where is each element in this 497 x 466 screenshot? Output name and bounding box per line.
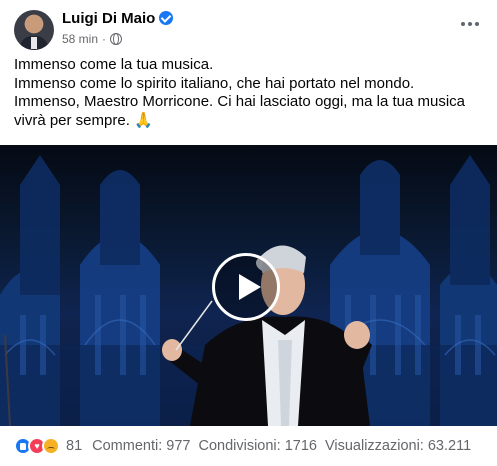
dot-icon	[475, 22, 479, 26]
verified-badge-icon	[159, 11, 174, 25]
play-button[interactable]	[212, 253, 280, 321]
post-text-line: Immenso come la tua musica.	[14, 56, 214, 73]
engagement-bar: 81 Commenti: 977 Condivisioni: 1716 Visu…	[14, 436, 494, 456]
avatar[interactable]	[14, 10, 54, 50]
post-text: Immenso come la tua musica. Immenso come…	[14, 56, 484, 130]
dot-icon	[461, 22, 465, 26]
reactions-summary[interactable]	[14, 437, 60, 455]
shares-count[interactable]: Condivisioni: 1716	[198, 438, 317, 454]
video-player[interactable]	[0, 145, 497, 426]
author-name-text[interactable]: Luigi Di Maio	[62, 10, 155, 27]
post-header: Luigi Di Maio 58 min ·	[14, 8, 484, 50]
facebook-post: Luigi Di Maio 58 min · Immenso come la t…	[0, 0, 497, 466]
post-text-line: vivrà per sempre. 🙏	[14, 111, 153, 129]
reaction-count[interactable]: 81	[66, 438, 82, 454]
post-timestamp[interactable]: 58 min	[62, 32, 98, 46]
views-count: Visualizzazioni: 63.211	[324, 438, 472, 454]
more-options-button[interactable]	[456, 12, 484, 36]
dot-icon	[468, 22, 472, 26]
post-text-line: Immenso, Maestro Morricone. Ci hai lasci…	[14, 93, 466, 110]
author-name[interactable]: Luigi Di Maio	[62, 10, 174, 27]
comments-count[interactable]: Commenti: 977	[92, 438, 190, 454]
sad-icon	[42, 437, 60, 455]
post-text-line: Immenso come lo spirito italiano, che ha…	[14, 74, 415, 92]
globe-icon	[110, 33, 123, 45]
post-meta: 58 min ·	[62, 32, 123, 46]
